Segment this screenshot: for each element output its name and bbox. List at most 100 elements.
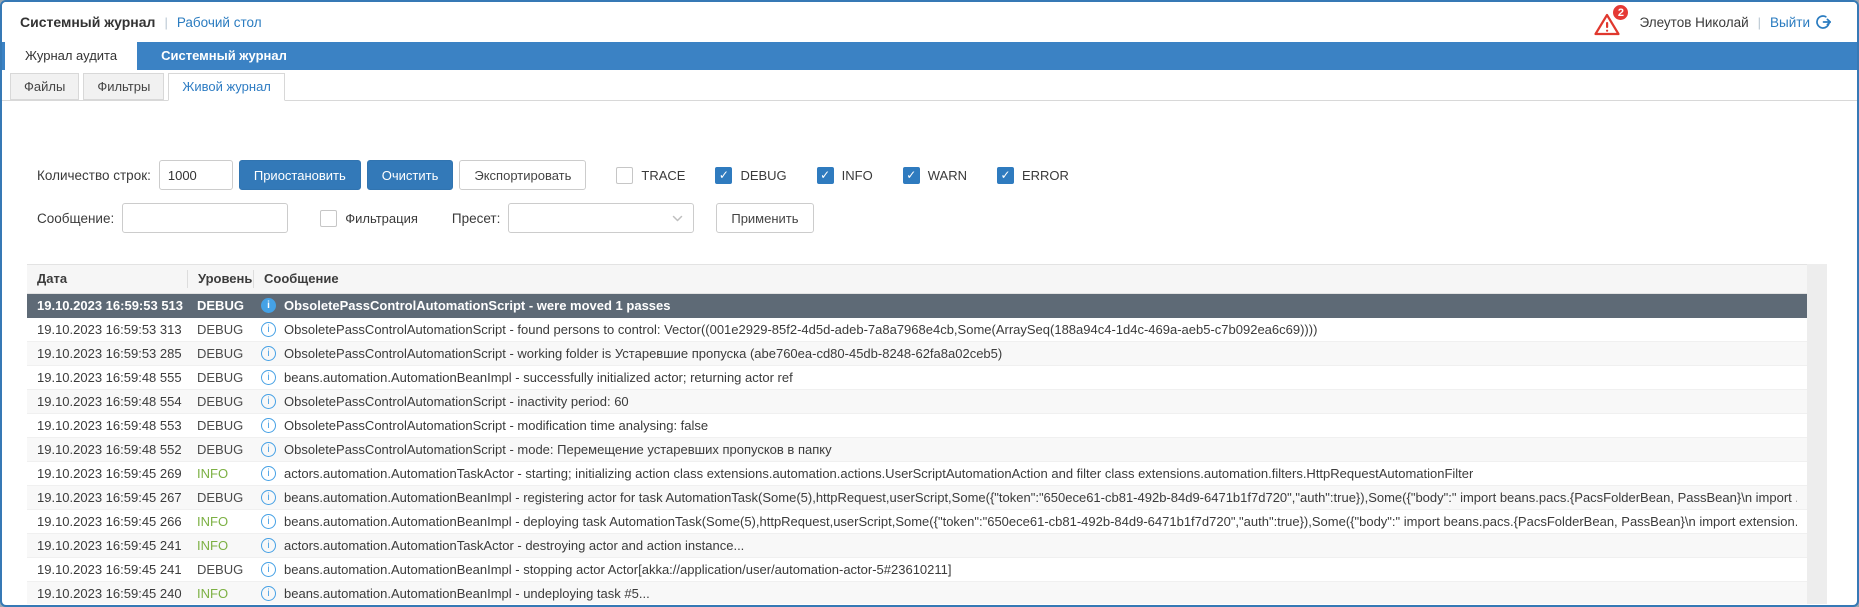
main-tab-bar: Журнал аудита Системный журнал [2,42,1857,70]
apply-button[interactable]: Применить [716,203,813,233]
tab-system-journal[interactable]: Системный журнал [137,42,311,70]
checkbox[interactable]: ✓ [997,167,1014,184]
log-message: beans.automation.AutomationBeanImpl - su… [284,370,793,385]
tab-live-journal[interactable]: Живой журнал [168,73,285,101]
log-message: ObsoletePassControlAutomationScript - wo… [284,346,1002,361]
log-row[interactable]: 19.10.2023 16:59:53 285DEBUG i ObsoletePas… [27,342,1807,366]
log-message-cell: ibeans.automation.AutomationBeanImpl - r… [253,490,1807,505]
log-level: DEBUG [187,490,253,505]
log-level: INFO [187,586,253,601]
log-level: INFO [187,466,253,481]
chevron-down-icon [671,212,684,225]
log-row[interactable]: 19.10.2023 16:59:45 241DEBUGibeans.autom… [27,558,1807,582]
checkbox[interactable]: ✓ [903,167,920,184]
info-circle-icon: i [261,442,276,457]
log-message: ObsoletePassControlAutomationScript - mo… [284,418,708,433]
notification-badge: 2 [1612,4,1629,21]
log-message-cell: i beans.automation.AutomationBeanImpl - d… [253,514,1807,529]
log-level: DEBUG [187,418,253,433]
level-filter-warn[interactable]: ✓ WARN [903,167,967,184]
level-filter-info[interactable]: ✓INFO [817,167,873,184]
info-circle-icon: i [261,490,276,505]
level-filter-trace[interactable]: TRACE [616,167,685,184]
scrollbar-track[interactable] [1807,264,1827,604]
log-message-cell: iObsoletePassControlAutomationScript - f… [253,322,1807,337]
log-message-cell: ibeans.automation.AutomationBeanImpl - s… [253,370,1807,385]
logout-icon [1815,14,1831,30]
filtering-checkbox[interactable] [320,210,337,227]
log-message: beans.automation.AutomationBeanImpl - st… [284,562,952,577]
log-message-cell: iObsoletePassControlAutomationScript - i… [253,394,1807,409]
checkbox[interactable]: ✓ [817,167,834,184]
log-date: 19.10.2023 16:59:45 266 [27,514,187,529]
tab-filters[interactable]: Фильтры [83,73,164,100]
rows-count-label: Количество строк: [37,168,151,183]
log-date: 19.10.2023 16:59:48 554 [27,394,187,409]
logout-button[interactable]: Выйти [1770,14,1831,30]
info-circle-icon: i [261,514,276,529]
log-message-cell: ibeans.automation.AutomationBeanImpl - u… [253,586,1807,601]
log-message: actors.automation.AutomationTaskActor - … [284,466,1473,481]
info-circle-icon: i [261,562,276,577]
log-date: 19.10.2023 16:59:45 267 [27,490,187,505]
info-circle-icon: i [261,322,276,337]
checkbox[interactable]: ✓ [715,167,732,184]
log-row[interactable]: 19.10.2023 16:59:48 554DEBUGiObsoletePas… [27,390,1807,414]
tab-files[interactable]: Файлы [10,73,79,100]
log-date: 19.10.2023 16:59:53 285 [27,346,187,361]
filtering-checkbox-group[interactable]: Фильтрация [320,210,418,227]
tab-audit-journal[interactable]: Журнал аудита [5,42,137,70]
checkbox[interactable] [616,167,633,184]
log-date: 19.10.2023 16:59:45 269 [27,466,187,481]
column-header-date[interactable]: Дата [27,270,187,288]
log-message-cell: iObsoletePassControlAutomationScript - w… [253,298,1807,313]
log-level: DEBUG [187,562,253,577]
separator: | [164,15,167,30]
log-level: DEBUG [187,298,253,313]
log-date: 19.10.2023 16:59:48 552 [27,442,187,457]
sub-tab-bar: Файлы Фильтры Живой журнал [2,70,1857,101]
info-circle-icon: i [261,418,276,433]
log-row[interactable]: 19.10.2023 16:59:48 555DEBUGibeans.autom… [27,366,1807,390]
rows-count-input[interactable] [159,160,233,190]
info-circle-icon: i [261,346,276,361]
preset-select[interactable] [508,203,694,233]
controls-row-1: Количество строк: Приостановить Очистить… [37,160,1857,190]
column-header-message[interactable]: Сообщение [253,270,1807,288]
log-level: DEBUG [187,346,253,361]
level-filter-debug[interactable]: ✓DEBUG [715,167,786,184]
log-row[interactable]: 19.10.2023 16:59:48 553DEBUGiObsoletePas… [27,414,1807,438]
log-row[interactable]: 19.10.2023 16:59:45 266INFO i beans.automa… [27,510,1807,534]
user-name: Элеутов Николай [1639,15,1748,30]
info-circle-icon: i [261,298,276,313]
log-level: INFO [187,514,253,529]
desktop-link[interactable]: Рабочий стол [177,15,262,30]
log-level: DEBUG [187,322,253,337]
page-title: Системный журнал [20,14,155,30]
checkbox-label: TRACE [641,168,685,183]
log-row[interactable]: 19.10.2023 16:59:45 269INFOiactors.autom… [27,462,1807,486]
export-button[interactable]: Экспортировать [459,160,586,190]
level-filter-error[interactable]: ✓ERROR [997,167,1069,184]
log-row[interactable]: 19.10.2023 16:59:53 313DEBUGiObsoletePas… [27,318,1807,342]
log-message: ObsoletePassControlAutomationScript - mo… [284,442,832,457]
checkbox-label: WARN [928,168,967,183]
log-row[interactable]: 19.10.2023 16:59:45 240INFOibeans.automa… [27,582,1807,604]
notifications-button[interactable]: 2 [1593,8,1623,36]
message-input[interactable] [122,203,288,233]
log-row[interactable]: 19.10.2023 16:59:48 552DEBUGiObsoletePas… [27,438,1807,462]
log-row[interactable]: 19.10.2023 16:59:53 513DEBUGiObsoletePas… [27,294,1807,318]
log-table: Дата Уровень Сообщение 19.10.2023 16:59:… [27,264,1827,604]
log-row[interactable]: 19.10.2023 16:59:45 267DEBUGibeans.autom… [27,486,1807,510]
log-level: DEBUG [187,370,253,385]
column-header-level[interactable]: Уровень [187,270,253,288]
log-controls: Количество строк: Приостановить Очистить… [2,101,1857,233]
pause-button[interactable]: Приостановить [239,160,361,190]
clear-button[interactable]: Очистить [367,160,454,190]
log-message: beans.automation.AutomationBeanImpl - de… [284,514,1797,529]
log-row[interactable]: 19.10.2023 16:59:45 241INFOiactors.autom… [27,534,1807,558]
filtering-label: Фильтрация [345,211,418,226]
log-message-cell: i ObsoletePassControlAutomationScript - w… [253,346,1807,361]
preset-label: Пресет: [452,211,500,226]
log-message: beans.automation.AutomationBeanImpl - un… [284,586,650,601]
